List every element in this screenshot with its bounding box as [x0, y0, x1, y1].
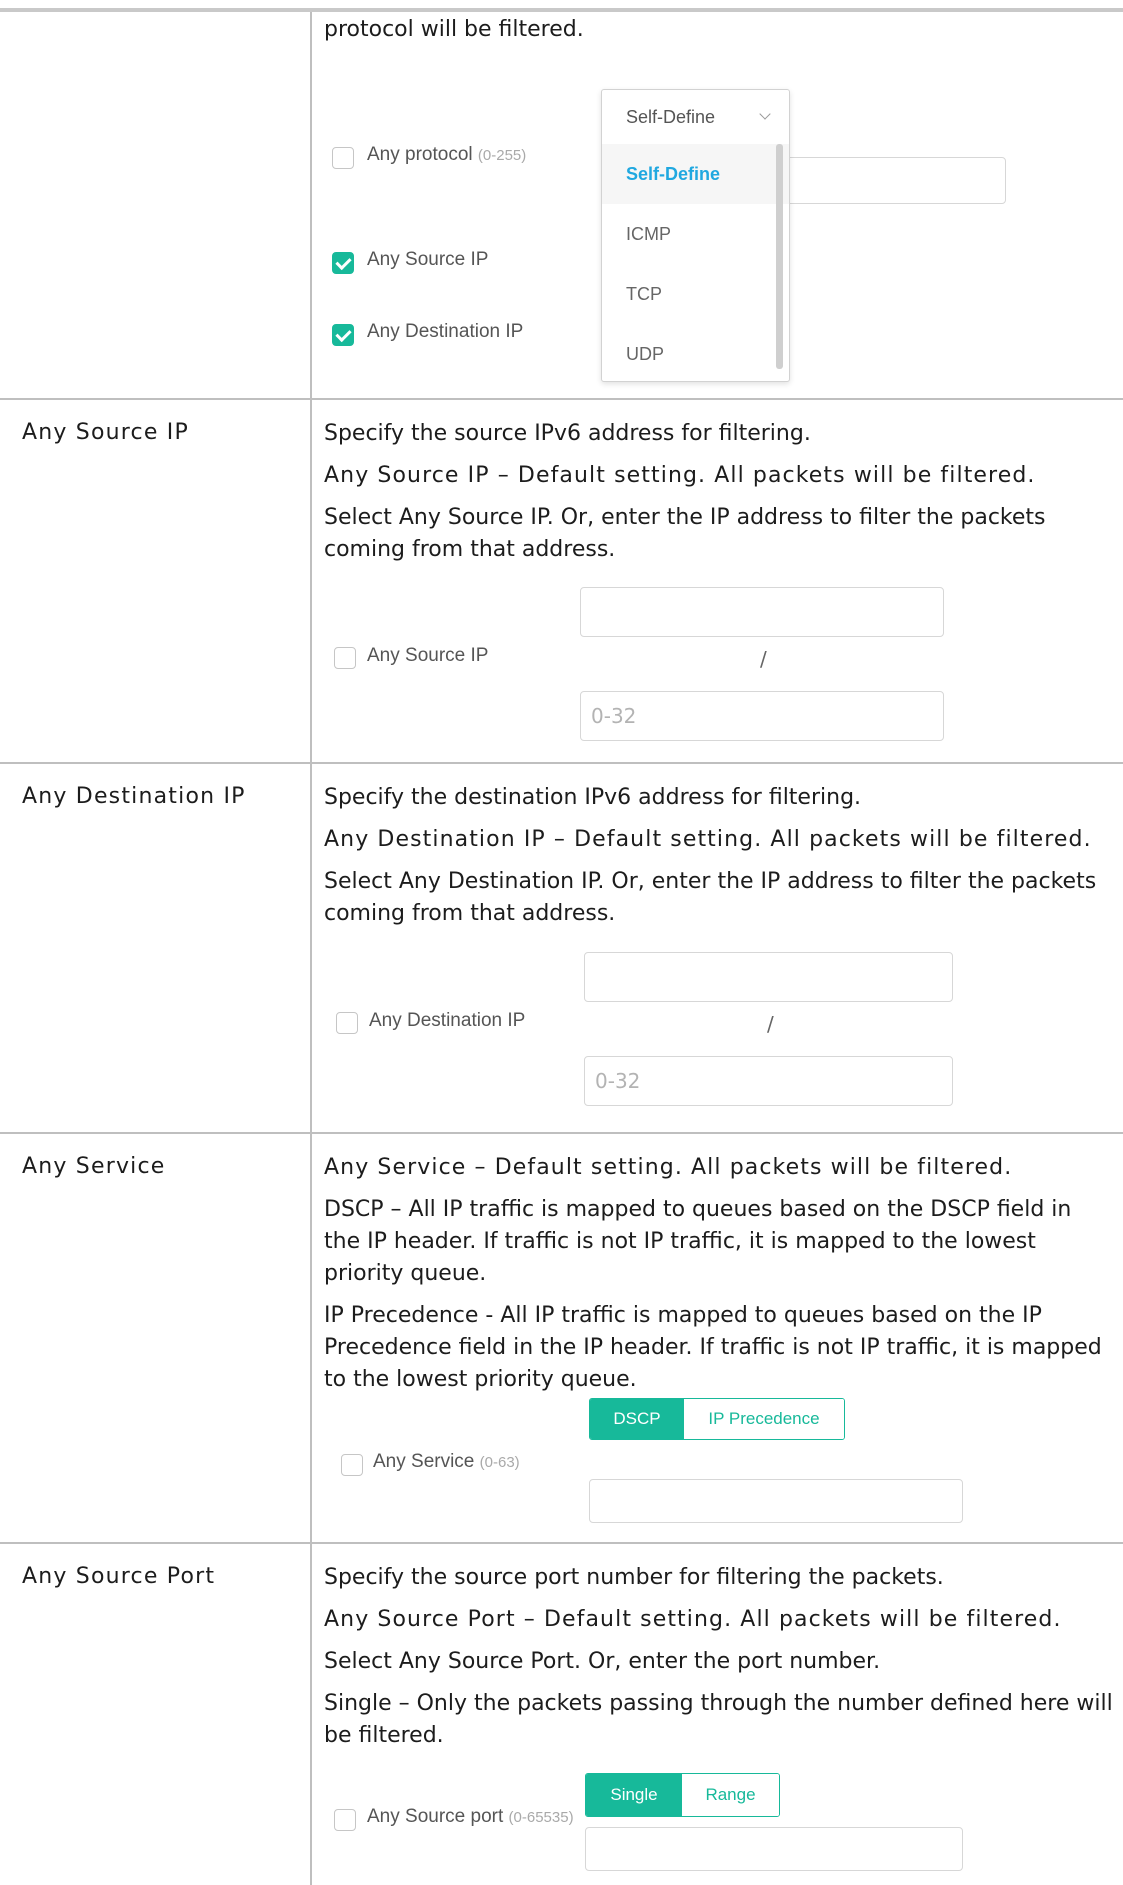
any-source-ip-checkbox[interactable]: [334, 647, 356, 669]
mask-placeholder: 0-32: [595, 1069, 641, 1093]
any-service-text: Any Service: [373, 1451, 475, 1472]
protocol-ui-snippet: Any protocol (0-255) Any Source IP Any D…: [0, 12, 1123, 399]
desc-paragraph: Specify the destination IPv6 address for…: [324, 785, 862, 810]
term-any-service: Any Service: [22, 1154, 166, 1179]
term-any-source-port: Any Source Port: [22, 1564, 216, 1589]
term-any-destination-ip: Any Destination IP: [22, 784, 246, 809]
destination-ip-input[interactable]: [584, 952, 953, 1002]
desc-paragraph: IP Precedence - All IP traffic is mapped…: [324, 1303, 1102, 1392]
source-ip-row: Any Source IP Specify the source IPv6 ad…: [0, 400, 1123, 762]
single-option[interactable]: Single: [586, 1774, 682, 1816]
any-source-port-checkbox[interactable]: [334, 1809, 356, 1831]
desc-paragraph: Any Source Port – Default setting. All p…: [324, 1607, 1062, 1632]
source-port-description: Specify the source port number for filte…: [324, 1562, 1113, 1762]
term-any-source-ip: Any Source IP: [22, 420, 189, 445]
desc-paragraph: Select Any Source Port. Or, enter the po…: [324, 1649, 881, 1674]
protocol-row: protocol will be filtered. Any protocol …: [0, 12, 1123, 399]
any-source-ip-label: Any Source IP: [367, 249, 489, 270]
mask-separator: /: [767, 1012, 774, 1036]
any-service-hint: (0-63): [479, 1454, 520, 1471]
desc-paragraph: DSCP – All IP traffic is mapped to queue…: [324, 1197, 1072, 1286]
service-mode-toggle[interactable]: DSCP IP Precedence: [589, 1398, 845, 1440]
any-destination-ip-checkbox[interactable]: [336, 1012, 358, 1034]
dropdown-option-icmp[interactable]: ICMP: [602, 204, 789, 264]
desc-paragraph: Specify the source port number for filte…: [324, 1565, 944, 1590]
any-protocol-hint: (0-255): [477, 147, 527, 164]
chevron-down-icon: [759, 108, 771, 120]
any-source-port-ui-label: Any Source port (0-65535): [367, 1806, 574, 1828]
mask-separator: /: [760, 647, 767, 671]
any-protocol-checkbox[interactable]: [332, 147, 354, 169]
source-port-mode-toggle[interactable]: Single Range: [585, 1773, 780, 1817]
any-source-ip-checkbox[interactable]: [332, 252, 354, 274]
destination-ip-row: Any Destination IP Specify the destinati…: [0, 764, 1123, 1132]
any-destination-ip-checkbox[interactable]: [332, 324, 354, 346]
dropdown-option-self-define[interactable]: Self-Define: [602, 144, 789, 204]
definition-table: protocol will be filtered. Any protocol …: [0, 8, 1123, 1885]
any-source-port-hint: (0-65535): [508, 1809, 574, 1826]
desc-paragraph: Specify the source IPv6 address for filt…: [324, 421, 811, 446]
service-description: Any Service – Default setting. All packe…: [324, 1152, 1113, 1406]
destination-ip-mask-input[interactable]: 0-32: [584, 1056, 953, 1106]
protocol-number-input[interactable]: [780, 157, 1006, 204]
dscp-option[interactable]: DSCP: [590, 1399, 684, 1439]
any-source-port-text: Any Source port: [367, 1806, 504, 1827]
ip-precedence-option[interactable]: IP Precedence: [684, 1399, 844, 1439]
service-value-input[interactable]: [589, 1479, 963, 1523]
source-ip-mask-input[interactable]: 0-32: [580, 691, 944, 741]
dropdown-option-udp[interactable]: UDP: [602, 324, 789, 384]
desc-paragraph: Any Destination IP – Default setting. Al…: [324, 827, 1092, 852]
any-source-ip-ui-label: Any Source IP: [367, 645, 489, 666]
any-service-checkbox[interactable]: [341, 1454, 363, 1476]
service-row: Any Service Any Service – Default settin…: [0, 1134, 1123, 1542]
any-destination-ip-ui-label: Any Destination IP: [369, 1010, 526, 1031]
desc-paragraph: Any Service – Default setting. All packe…: [324, 1155, 1013, 1180]
dropdown-selected[interactable]: Self-Define: [602, 90, 789, 144]
dropdown-scrollbar[interactable]: [776, 144, 783, 369]
any-protocol-text: Any protocol: [367, 144, 473, 165]
dropdown-option-tcp[interactable]: TCP: [602, 264, 789, 324]
destination-ip-description: Specify the destination IPv6 address for…: [324, 782, 1113, 940]
any-service-ui-label: Any Service (0-63): [373, 1451, 520, 1473]
source-ip-description: Specify the source IPv6 address for filt…: [324, 418, 1113, 576]
source-port-row: Any Source Port Specify the source port …: [0, 1544, 1123, 1885]
desc-paragraph: Single – Only the packets passing throug…: [324, 1691, 1113, 1748]
protocol-dropdown[interactable]: Self-Define Self-Define ICMP TCP UDP: [601, 89, 790, 382]
desc-paragraph: Select Any Source IP. Or, enter the IP a…: [324, 505, 1046, 562]
any-destination-ip-label: Any Destination IP: [367, 321, 524, 342]
desc-paragraph: Any Source IP – Default setting. All pac…: [324, 463, 1036, 488]
dropdown-selected-text: Self-Define: [626, 106, 716, 127]
source-port-input[interactable]: [585, 1827, 963, 1871]
desc-paragraph: Select Any Destination IP. Or, enter the…: [324, 869, 1097, 926]
range-option[interactable]: Range: [682, 1774, 779, 1816]
source-ip-input[interactable]: [580, 587, 944, 637]
any-protocol-label: Any protocol (0-255): [367, 144, 526, 166]
mask-placeholder: 0-32: [591, 704, 637, 728]
